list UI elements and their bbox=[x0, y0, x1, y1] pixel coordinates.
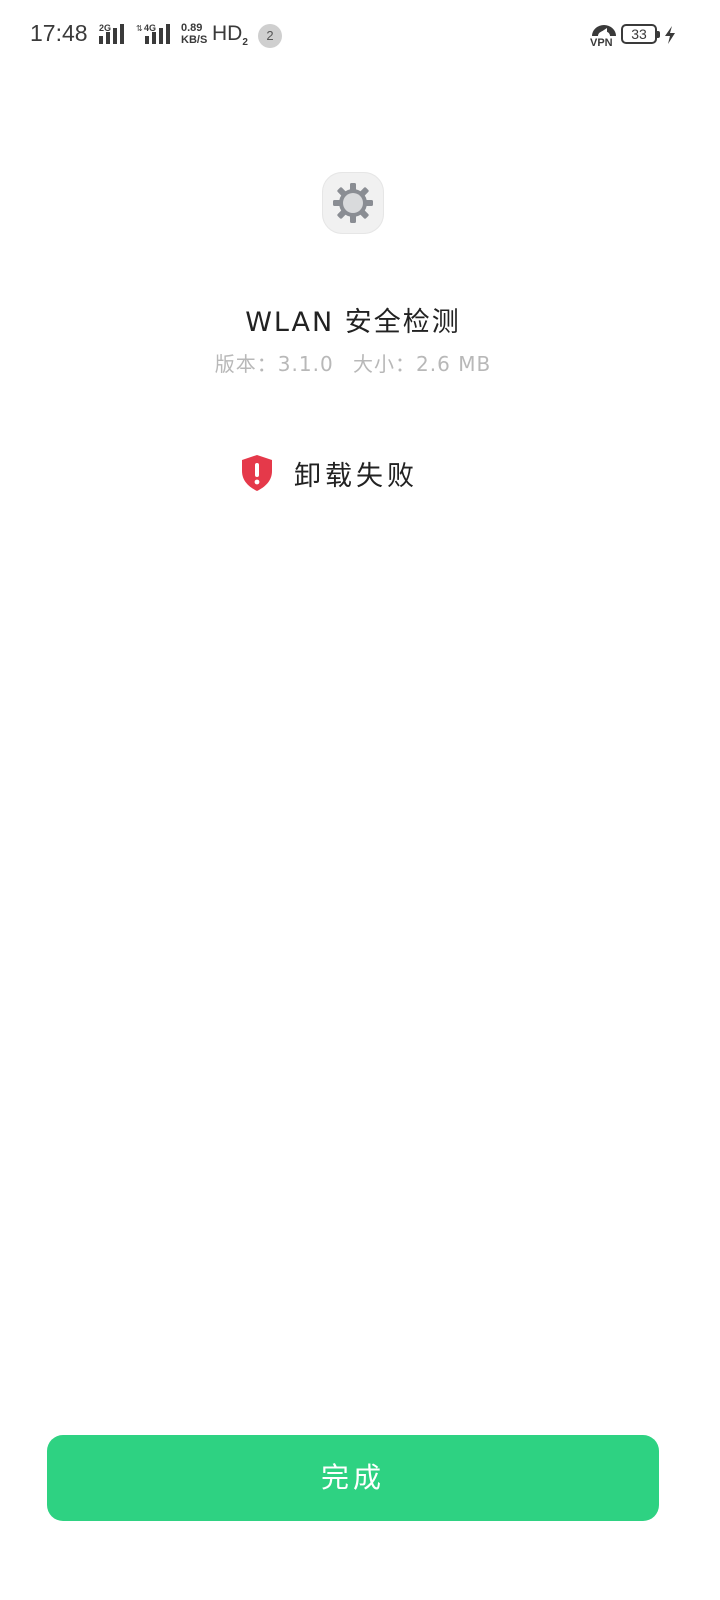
app-version: 版本：3.1.0 bbox=[214, 352, 334, 376]
status-time: 17:48 bbox=[30, 20, 88, 46]
net-speed-value: 0.89 bbox=[181, 22, 203, 34]
vpn-label: VPN bbox=[590, 37, 613, 49]
uninstall-status-text: 卸载失败 bbox=[294, 461, 418, 492]
hd-sub: 2 bbox=[242, 37, 248, 49]
notification-count-badge: 2 bbox=[258, 24, 282, 48]
app-size: 大小：2.6 MB bbox=[353, 352, 492, 376]
app-icon bbox=[322, 172, 384, 234]
shield-alert-icon bbox=[242, 455, 272, 491]
hd-voice-icon: HD2 bbox=[212, 22, 248, 48]
app-meta: 版本：3.1.0 大小：2.6 MB bbox=[0, 348, 706, 377]
settings-gear-icon bbox=[333, 183, 373, 223]
app-name: WLAN 安全检测 bbox=[245, 307, 461, 338]
charging-bolt-icon bbox=[665, 26, 675, 44]
hd-label: HD bbox=[212, 22, 243, 45]
net-speed: 0.89 KB/S bbox=[181, 22, 207, 46]
net-speed-unit: KB/S bbox=[181, 34, 208, 46]
signal-4g-label: 4G bbox=[144, 23, 156, 33]
signal-2g-icon: 2G bbox=[99, 23, 124, 44]
signal-4g-icon: ⇅ 4G bbox=[136, 23, 170, 44]
signal-2g-label: 2G bbox=[99, 23, 111, 33]
done-button[interactable]: 完成 bbox=[47, 1435, 659, 1521]
battery-icon: 33 bbox=[621, 24, 660, 44]
status-bar: 17:48 2G ⇅ 4G 0.89 KB/S HD2 2 VPN 33 bbox=[0, 0, 720, 72]
svg-text:⇅: ⇅ bbox=[136, 24, 143, 33]
